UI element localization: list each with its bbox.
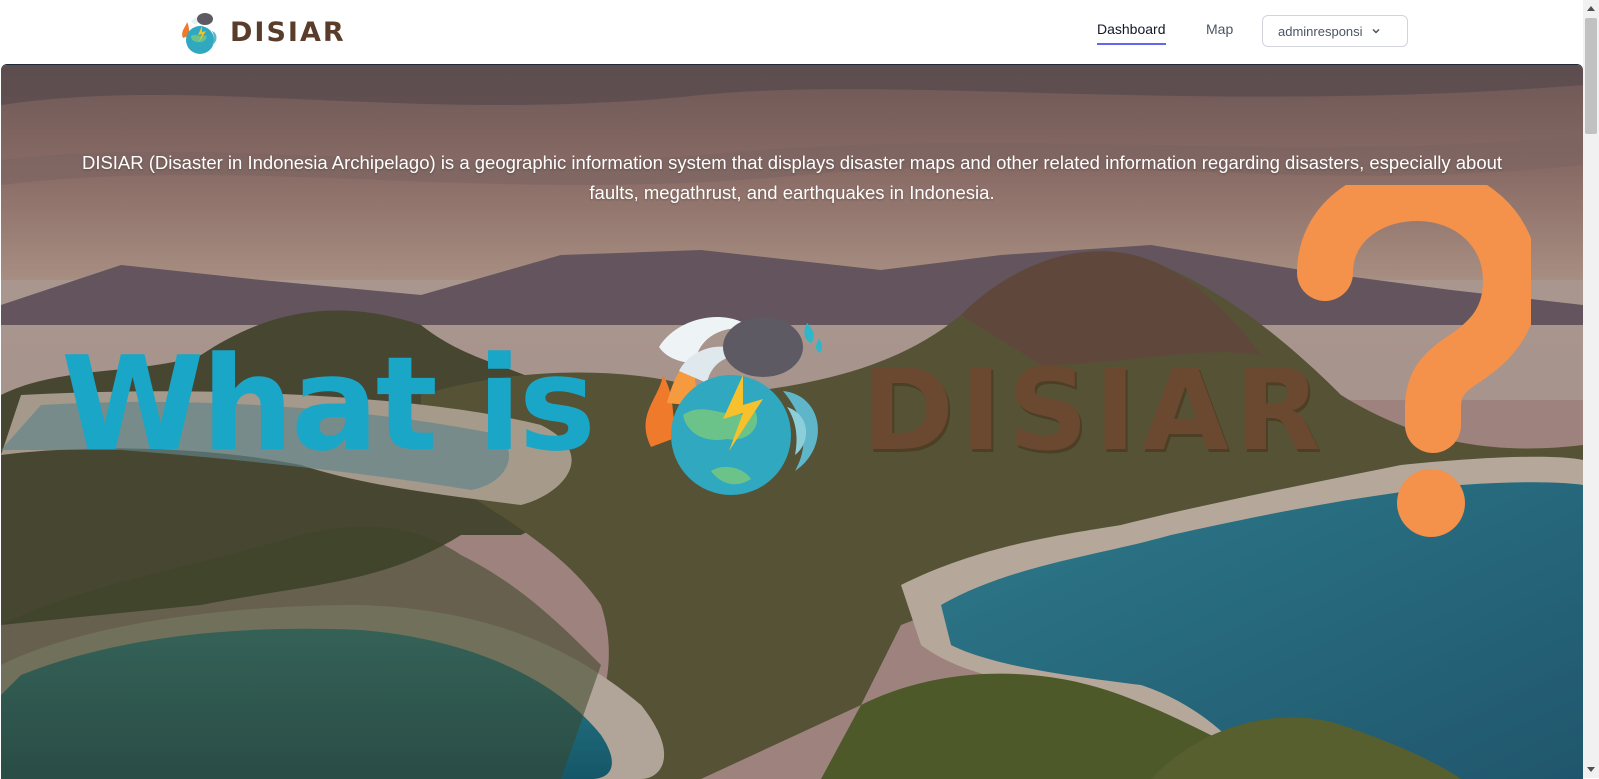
disaster-globe-logo-icon <box>645 317 822 495</box>
hero-banner: DISIAR (Disaster in Indonesia Archipelag… <box>1 64 1583 779</box>
user-menu-label: adminresponsi <box>1278 23 1363 39</box>
brand-home-link[interactable]: DISIAR <box>176 7 346 57</box>
nav-link-map[interactable]: Map <box>1206 21 1233 43</box>
disaster-globe-logo-icon <box>182 13 217 54</box>
question-mark-icon <box>1297 185 1531 537</box>
nav-link-dashboard[interactable]: Dashboard <box>1097 21 1166 45</box>
chevron-down-icon <box>1372 28 1380 34</box>
headline-brand: DISIAR <box>861 346 1327 476</box>
top-navbar: DISIAR Dashboard Map adminresponsi <box>0 0 1583 64</box>
headline-what-is: What is <box>61 328 596 480</box>
scroll-up-arrow-icon[interactable] <box>1587 6 1595 11</box>
scrollbar-thumb[interactable] <box>1585 18 1597 134</box>
scroll-down-arrow-icon[interactable] <box>1587 767 1595 772</box>
page-scrollbar[interactable] <box>1583 0 1599 778</box>
user-menu-dropdown[interactable]: adminresponsi <box>1262 15 1408 47</box>
brand-name: DISIAR <box>230 16 346 48</box>
